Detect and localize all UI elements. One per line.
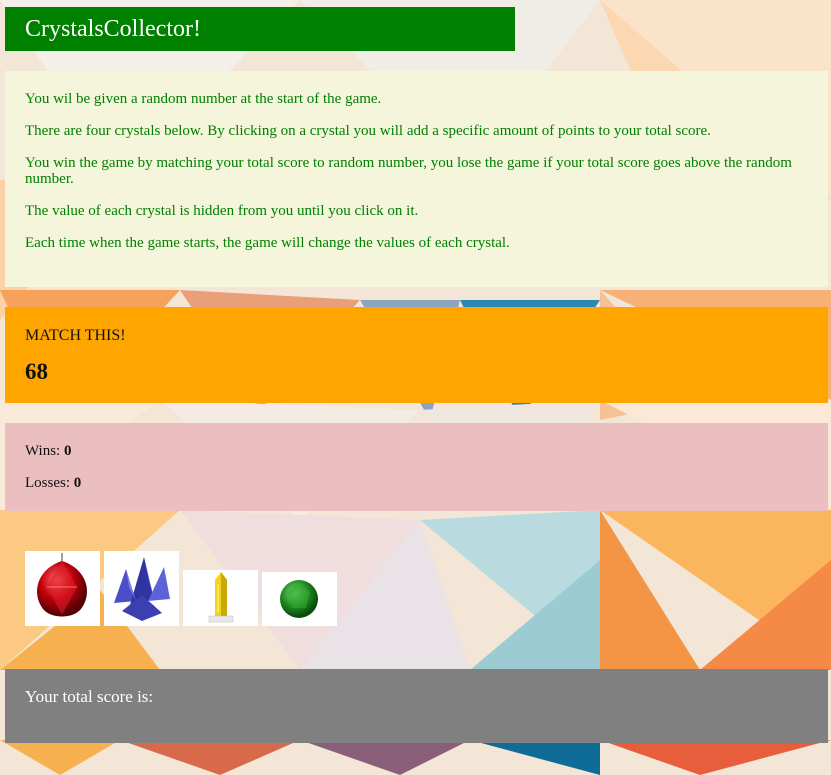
crystal-button-yellow[interactable] <box>183 570 258 626</box>
yellow-crystal-icon <box>208 572 234 623</box>
wins-count: 0 <box>63 443 72 459</box>
losses-count: 0 <box>73 475 82 491</box>
match-number: 68 <box>25 359 48 384</box>
instruction-1: You wil be given a random number at the … <box>25 91 382 107</box>
losses-row: Losses: 0 <box>25 475 808 491</box>
red-crystal-icon <box>37 553 87 617</box>
instruction-4: The value of each crystal is hidden from… <box>25 203 419 219</box>
crystal-row <box>25 551 341 626</box>
score-label: Your total score is: <box>25 687 154 706</box>
blue-crystal-icon <box>114 557 170 621</box>
app-title: CrystalsCollector! <box>5 7 515 51</box>
losses-label: Losses: <box>25 475 70 491</box>
instruction-5: Each time when the game starts, the game… <box>25 235 510 251</box>
match-label: MATCH THIS! <box>25 327 126 344</box>
stats-panel: Wins: 0 Losses: 0 <box>5 423 828 511</box>
crystal-button-blue[interactable] <box>104 551 179 626</box>
wins-label: Wins: <box>25 443 61 459</box>
instructions-panel: You wil be given a random number at the … <box>5 71 828 287</box>
score-panel: Your total score is: <box>5 669 828 743</box>
green-crystal-icon <box>280 580 318 618</box>
instruction-3: You win the game by matching your total … <box>25 155 792 187</box>
instruction-2: There are four crystals below. By clicki… <box>25 123 711 139</box>
match-target-panel: MATCH THIS! 68 <box>5 307 828 403</box>
crystal-button-green[interactable] <box>262 572 337 626</box>
wins-row: Wins: 0 <box>25 443 808 459</box>
crystal-button-red[interactable] <box>25 551 100 626</box>
